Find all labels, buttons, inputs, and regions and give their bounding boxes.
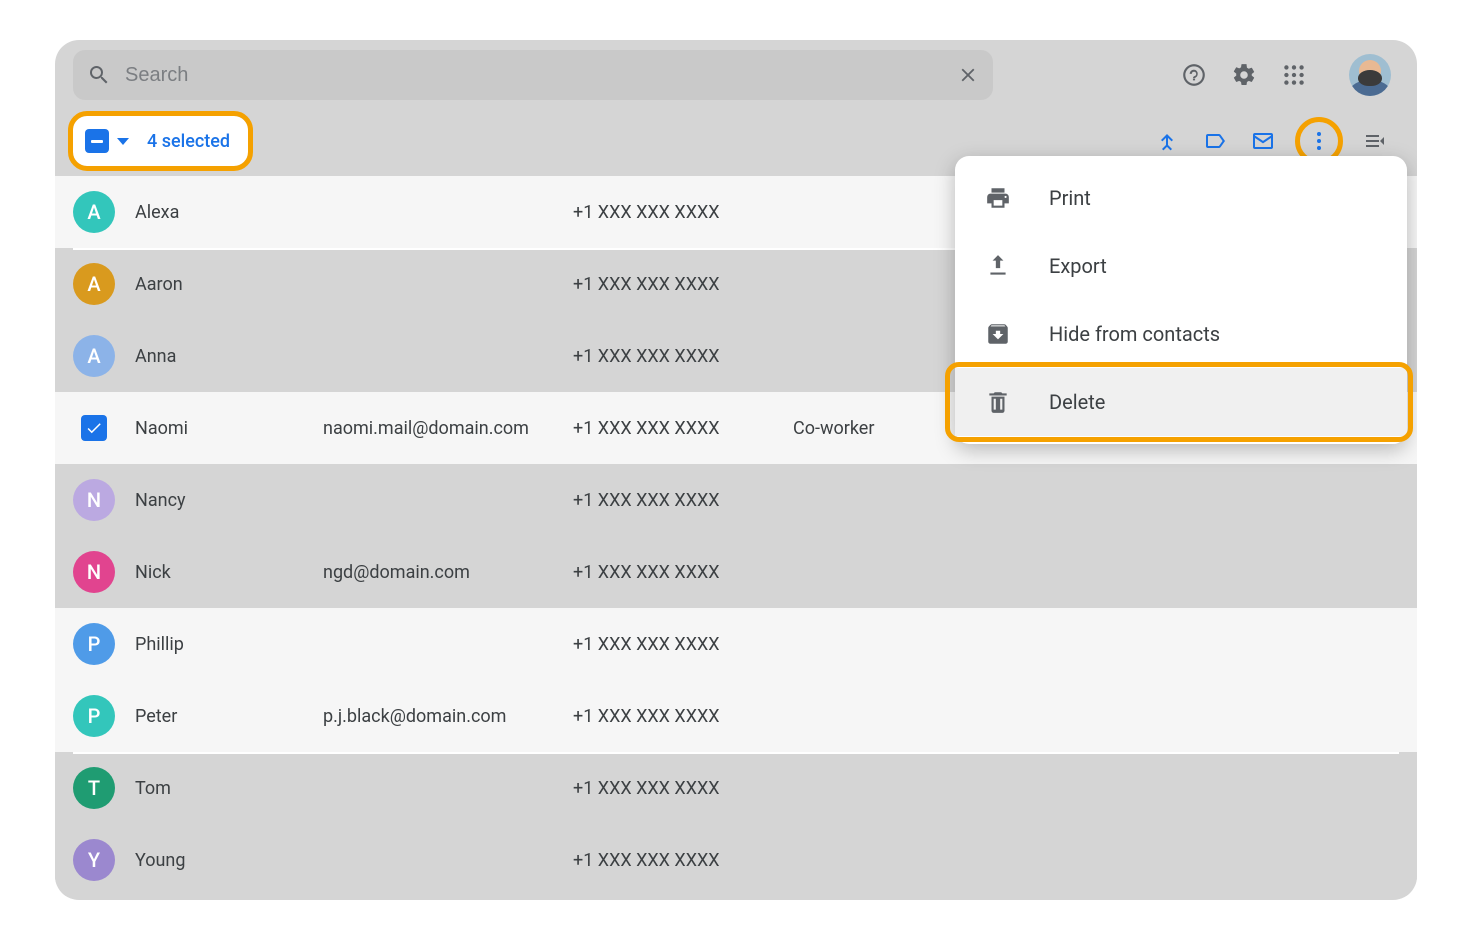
menu-item-label: Delete — [1049, 390, 1105, 414]
contact-name: Anna — [135, 346, 176, 367]
contact-avatar: A — [73, 335, 115, 377]
more-actions-button[interactable] — [1299, 121, 1339, 161]
contact-row[interactable]: N Nancy +1 XXX XXX XXXX — [55, 464, 1417, 536]
contact-email: naomi.mail@domain.com — [323, 418, 573, 439]
contact-avatar: P — [73, 695, 115, 737]
contact-phone: +1 XXX XXX XXXX — [573, 346, 793, 367]
menu-item-label: Hide from contacts — [1049, 322, 1220, 346]
header — [55, 40, 1417, 110]
account-avatar[interactable] — [1349, 54, 1391, 96]
contact-phone: +1 XXX XXX XXXX — [573, 778, 793, 799]
contact-phone: +1 XXX XXX XXXX — [573, 418, 793, 439]
email-icon[interactable] — [1251, 129, 1275, 153]
help-icon[interactable] — [1181, 62, 1207, 88]
header-icons — [1181, 54, 1399, 96]
menu-item-hide[interactable]: Hide from contacts — [955, 300, 1407, 368]
app-frame: 4 selected A — [55, 40, 1417, 900]
contact-phone: +1 XXX XXX XXXX — [573, 562, 793, 583]
menu-item-label: Export — [1049, 254, 1107, 278]
side-panel-icon[interactable] — [1363, 129, 1387, 153]
contact-email: p.j.black@domain.com — [323, 706, 573, 727]
contact-label: Co-worker — [793, 418, 943, 439]
contact-row[interactable]: Y Young +1 XXX XXX XXXX — [55, 824, 1417, 896]
contact-email: ngd@domain.com — [323, 562, 573, 583]
row-checkbox[interactable] — [81, 415, 107, 441]
select-all-checkbox[interactable] — [85, 129, 109, 153]
menu-item-delete[interactable]: Delete — [955, 368, 1407, 436]
apps-grid-icon[interactable] — [1281, 62, 1307, 88]
contact-phone: +1 XXX XXX XXXX — [573, 490, 793, 511]
contact-avatar: N — [73, 551, 115, 593]
contact-avatar: A — [73, 263, 115, 305]
contact-name: Alexa — [135, 202, 179, 223]
contact-row[interactable]: T Tom +1 XXX XXX XXXX — [55, 752, 1417, 824]
row-divider — [73, 752, 1399, 754]
contact-name: Nancy — [135, 490, 186, 511]
contact-avatar: T — [73, 767, 115, 809]
contact-row[interactable]: P Peter p.j.black@domain.com +1 XXX XXX … — [55, 680, 1417, 752]
contact-avatar: Y — [73, 839, 115, 881]
gear-icon[interactable] — [1231, 62, 1257, 88]
contact-name: Naomi — [135, 418, 188, 439]
search-icon — [87, 63, 111, 87]
archive-icon — [985, 321, 1011, 347]
close-icon[interactable] — [957, 64, 979, 86]
toolbar-actions — [1155, 121, 1399, 161]
search-bar[interactable] — [73, 50, 993, 100]
selection-count-label: 4 selected — [147, 131, 230, 152]
contact-phone: +1 XXX XXX XXXX — [573, 274, 793, 295]
contact-name: Aaron — [135, 274, 183, 295]
more-actions-menu: Print Export Hide from contacts Delete — [955, 156, 1407, 444]
menu-item-print[interactable]: Print — [955, 164, 1407, 232]
contact-avatar: A — [73, 191, 115, 233]
contact-name: Tom — [135, 778, 171, 799]
contact-row[interactable]: N Nick ngd@domain.com +1 XXX XXX XXXX — [55, 536, 1417, 608]
contact-name: Peter — [135, 706, 177, 727]
contact-avatar: P — [73, 623, 115, 665]
contact-name: Nick — [135, 562, 171, 583]
contact-avatar: N — [73, 479, 115, 521]
menu-item-export[interactable]: Export — [955, 232, 1407, 300]
contact-phone: +1 XXX XXX XXXX — [573, 706, 793, 727]
contact-name: Phillip — [135, 634, 184, 655]
contact-phone: +1 XXX XXX XXXX — [573, 202, 793, 223]
menu-item-label: Print — [1049, 186, 1091, 210]
contact-row[interactable]: P Phillip +1 XXX XXX XXXX — [55, 608, 1417, 680]
contact-phone: +1 XXX XXX XXXX — [573, 850, 793, 871]
dropdown-caret-icon[interactable] — [117, 138, 129, 145]
selection-chip[interactable]: 4 selected — [73, 116, 248, 166]
search-input[interactable] — [111, 63, 957, 88]
trash-icon — [985, 389, 1011, 415]
contact-name: Young — [135, 850, 185, 871]
contact-phone: +1 XXX XXX XXXX — [573, 634, 793, 655]
label-icon[interactable] — [1203, 129, 1227, 153]
export-icon — [985, 253, 1011, 279]
print-icon — [985, 185, 1011, 211]
merge-icon[interactable] — [1155, 129, 1179, 153]
